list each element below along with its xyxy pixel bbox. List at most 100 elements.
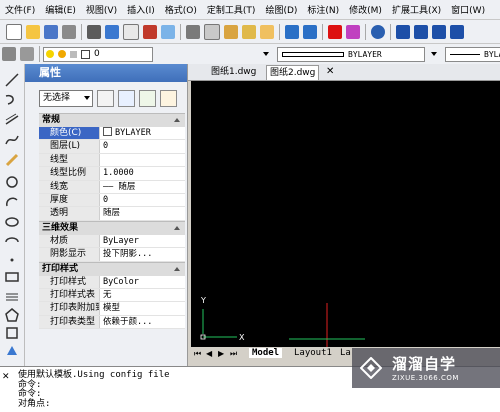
close-tab-icon[interactable]: ✕: [326, 65, 334, 79]
rectangle-icon[interactable]: [4, 269, 20, 285]
ellipse-arc-icon[interactable]: [4, 234, 20, 250]
collapse-icon[interactable]: [174, 118, 180, 122]
redo-icon[interactable]: [303, 24, 317, 39]
menu-format[interactable]: 格式(O): [160, 3, 202, 16]
section-general[interactable]: 常规: [39, 113, 185, 127]
polygon-icon[interactable]: [4, 307, 20, 323]
tab-drawing2[interactable]: 图纸2.dwg: [266, 65, 320, 80]
selection-dropdown[interactable]: 无选择: [39, 90, 93, 107]
construction-line-icon[interactable]: [4, 112, 20, 128]
point-icon[interactable]: [4, 252, 20, 268]
property-row-plot-style[interactable]: 打印样式 ByColor: [39, 275, 185, 289]
property-row-lineweight[interactable]: 线宽 —— 随层: [39, 180, 185, 194]
ellipse-icon[interactable]: [4, 214, 20, 230]
layer-dropdown-arrow-icon[interactable]: [263, 52, 269, 56]
new-file-icon[interactable]: [6, 23, 22, 40]
tab-drawing1[interactable]: 图纸1.dwg: [208, 65, 259, 79]
property-row-linetype[interactable]: 线型: [39, 153, 185, 168]
property-value[interactable]: 1.0000: [100, 167, 185, 180]
layer-dropdown[interactable]: 0: [43, 46, 153, 62]
undo-icon[interactable]: [285, 24, 299, 39]
save-all-icon[interactable]: [62, 24, 76, 39]
menu-extension-tools[interactable]: 扩展工具(X): [387, 3, 446, 16]
property-value[interactable]: 模型: [100, 302, 185, 315]
lineweight-dropdown[interactable]: BYLAYER: [445, 46, 500, 62]
menu-file[interactable]: 文件(F): [0, 3, 40, 16]
property-row-plot-table-type[interactable]: 打印表类型 依赖于颜...: [39, 315, 185, 330]
ucs-tool-icon[interactable]: [4, 343, 20, 359]
last-layout-icon[interactable]: ⏭: [230, 349, 237, 359]
menu-custom-tools[interactable]: 定制工具(T): [202, 3, 261, 16]
layer-manager-icon[interactable]: [2, 47, 16, 61]
property-row-transparency[interactable]: 透明 随层: [39, 207, 185, 221]
property-row-plot-table-attached[interactable]: 打印表附加到 模型: [39, 302, 185, 316]
property-value[interactable]: ByLayer: [100, 234, 185, 248]
property-value[interactable]: 随层: [100, 207, 185, 220]
collapse-icon[interactable]: [174, 266, 180, 271]
drawing-canvas[interactable]: Y X: [191, 81, 500, 347]
cut-icon[interactable]: [186, 24, 200, 39]
property-row-color[interactable]: 颜色(C) BYLAYER: [39, 127, 185, 141]
property-value[interactable]: 0: [100, 140, 185, 153]
open-folder-icon[interactable]: [26, 24, 40, 39]
property-value[interactable]: ByColor: [100, 275, 185, 288]
match-properties-icon[interactable]: [242, 24, 256, 39]
print-icon[interactable]: [87, 24, 101, 39]
print-preview-icon[interactable]: [123, 23, 139, 40]
publish-icon[interactable]: [143, 24, 157, 39]
cancel-icon[interactable]: [346, 24, 360, 39]
paste-icon[interactable]: [224, 24, 238, 39]
menu-window[interactable]: 窗口(W): [446, 3, 490, 16]
hatch-icon[interactable]: [4, 289, 20, 305]
property-value[interactable]: 投下阴影...: [100, 248, 185, 261]
erase-icon[interactable]: [328, 24, 342, 39]
collapse-icon[interactable]: [174, 225, 180, 230]
pencil-icon[interactable]: [4, 152, 20, 168]
menu-view[interactable]: 视图(V): [81, 3, 122, 16]
plot-icon[interactable]: [105, 24, 119, 39]
property-row-plot-style-table[interactable]: 打印样式表无: [39, 288, 185, 303]
property-row-thickness[interactable]: 厚度 0: [39, 193, 185, 208]
linetype-dropdown-arrow-icon[interactable]: [431, 52, 437, 56]
section-plot-style[interactable]: 打印样式: [39, 261, 185, 276]
property-value[interactable]: —— 随层: [100, 180, 185, 193]
polyline-icon[interactable]: [4, 92, 20, 108]
spline-icon[interactable]: [4, 132, 20, 148]
property-row-material[interactable]: 材质 ByLayer: [39, 234, 185, 249]
save-icon[interactable]: [44, 24, 58, 39]
quick-select-icon[interactable]: [139, 90, 156, 107]
menu-draw[interactable]: 绘图(D): [260, 3, 302, 16]
property-value[interactable]: 0: [100, 193, 185, 207]
text-find-icon[interactable]: [450, 24, 464, 39]
help-icon[interactable]: [371, 24, 385, 39]
next-layout-icon[interactable]: ▶: [218, 349, 224, 358]
property-row-linetype-scale[interactable]: 线型比例 1.0000: [39, 167, 185, 181]
sun-icon[interactable]: [58, 50, 66, 58]
close-icon[interactable]: ✕: [2, 372, 10, 382]
property-value[interactable]: [100, 153, 185, 167]
circle-icon[interactable]: [4, 174, 20, 190]
brush-icon[interactable]: [260, 24, 274, 39]
section-3d-effects[interactable]: 三维效果: [39, 220, 185, 235]
menu-insert[interactable]: 插入(I): [122, 3, 160, 16]
prev-layout-icon[interactable]: ◀: [206, 349, 212, 358]
toggle-pickadd-icon[interactable]: [97, 90, 114, 107]
linetype-dropdown[interactable]: BYLAYER: [277, 46, 425, 62]
arc-icon[interactable]: [4, 194, 20, 210]
menu-dimension[interactable]: 标注(N): [302, 3, 344, 16]
copy-icon[interactable]: [204, 23, 220, 40]
filter-icon[interactable]: [160, 90, 177, 107]
menu-modify[interactable]: 修改(M): [344, 3, 387, 16]
text-edit-icon[interactable]: [432, 24, 446, 39]
property-value[interactable]: 依赖于颜...: [100, 315, 185, 329]
property-row-layer[interactable]: 图层(L) 0: [39, 140, 185, 154]
spellcheck-icon[interactable]: [161, 24, 175, 39]
property-value[interactable]: BYLAYER: [100, 127, 185, 140]
text-style-icon[interactable]: [396, 24, 410, 39]
line-icon[interactable]: [4, 72, 20, 88]
menu-edit[interactable]: 编辑(E): [40, 3, 81, 16]
tab-layout1[interactable]: Layout1: [291, 348, 335, 358]
first-layout-icon[interactable]: ⏮: [194, 349, 201, 359]
lightbulb-icon[interactable]: [46, 50, 54, 58]
lock-icon[interactable]: [70, 50, 77, 58]
